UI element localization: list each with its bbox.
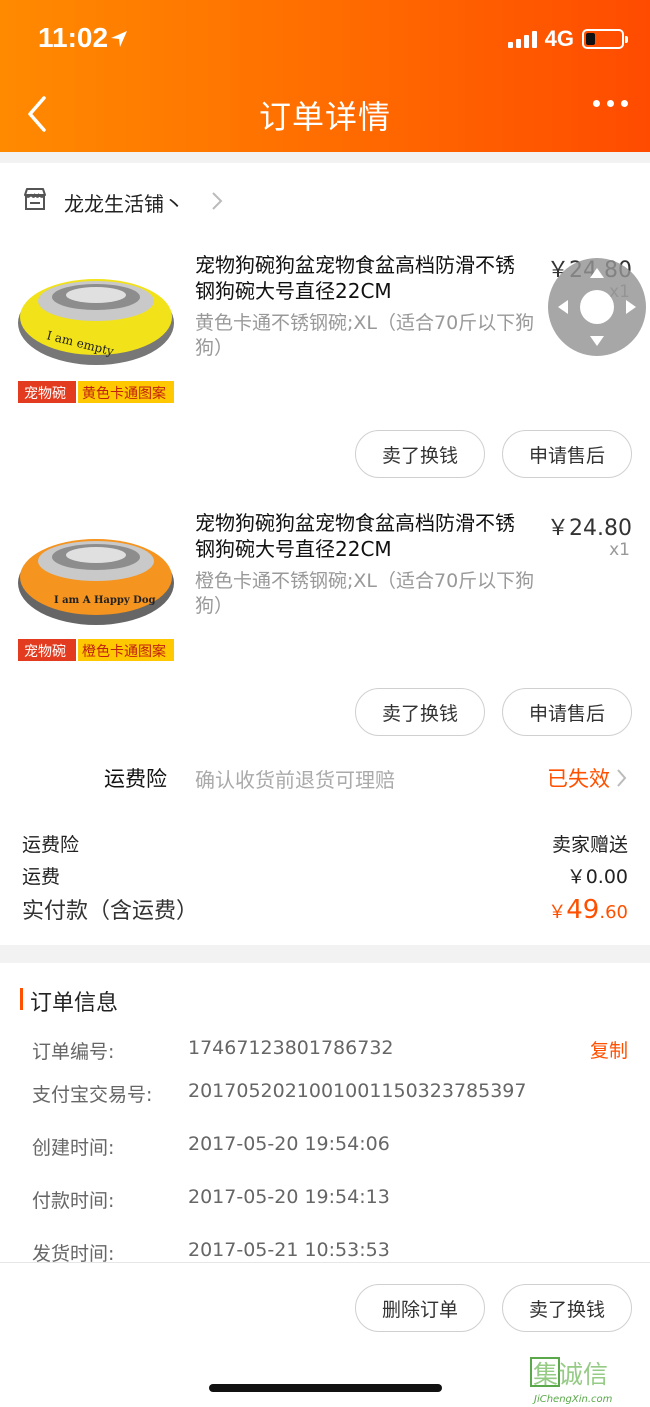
copy-button[interactable]: 复制 <box>590 1036 628 1063</box>
summary-row-insurance: 运费险 卖家赠送 <box>22 830 628 857</box>
watermark-logo: 集诚信 JiChengXin.com <box>530 1357 613 1405</box>
image-caption: 黄色卡通图案 <box>82 385 166 402</box>
image-tag: 宠物碗 <box>24 644 66 660</box>
info-label: 付款时间: <box>32 1190 115 1212</box>
total-dec: .60 <box>599 902 628 923</box>
network-label: 4G <box>544 26 574 51</box>
insurance-status[interactable]: 已失效 <box>547 763 610 793</box>
item-sku: 橙色卡通不锈钢碗;XL（适合70斤以下狗狗） <box>195 570 535 617</box>
info-label: 创建时间: <box>32 1137 115 1159</box>
summary-total: 实付款（含运费） ￥49.60 <box>22 893 628 925</box>
product-image-orange-bowl[interactable]: I am A Happy Dog 宠物碗 橙色卡通图案 <box>16 503 176 663</box>
summary-label: 运费 <box>22 866 61 888</box>
signal-icon <box>507 30 537 48</box>
summary-label: 运费险 <box>22 834 80 856</box>
order-info-title: 订单信息 <box>30 991 119 1016</box>
summary-value: ￥0.00 <box>566 866 628 888</box>
item-qty: x1 <box>609 540 630 560</box>
insurance-desc: 确认收货前退货可理赔 <box>195 768 395 792</box>
total-label: 实付款（含运费） <box>22 899 199 924</box>
section-accent-bar <box>20 988 23 1010</box>
aftersale-button[interactable]: 申请售后 <box>502 688 632 736</box>
shop-icon <box>24 188 46 210</box>
assistive-touch-button[interactable] <box>548 258 646 356</box>
paid-time: 2017-05-20 19:54:13 <box>188 1186 390 1208</box>
more-icon[interactable] <box>593 100 628 107</box>
info-label: 支付宝交易号: <box>32 1084 153 1106</box>
location-arrow-icon <box>111 31 127 47</box>
watermark-url: JiChengXin.com <box>532 1394 613 1405</box>
shop-name[interactable]: 龙龙生活铺丶 <box>64 188 184 217</box>
info-label: 订单编号: <box>32 1041 115 1063</box>
sell-button[interactable]: 卖了换钱 <box>502 1284 632 1332</box>
battery-icon <box>582 29 628 49</box>
insurance-label: 运费险 <box>104 767 167 791</box>
item-price: ￥24.80 <box>547 516 632 541</box>
chevron-right-icon[interactable] <box>210 190 224 212</box>
alipay-trade-number: 2017052021001001150323785397 <box>188 1080 527 1102</box>
image-caption: 橙色卡通图案 <box>82 643 166 660</box>
total-amount: ￥49.60 <box>548 895 628 925</box>
delete-order-button[interactable]: 删除订单 <box>355 1284 485 1332</box>
status-right: 4G <box>507 26 628 52</box>
status-time: 11:02 <box>38 22 109 53</box>
home-indicator[interactable] <box>209 1384 442 1392</box>
order-number: 17467123801786732 <box>188 1037 394 1059</box>
shipped-time: 2017-05-21 10:53:53 <box>188 1239 390 1261</box>
summary-value: 卖家赠送 <box>551 834 628 856</box>
sell-button[interactable]: 卖了换钱 <box>355 688 485 736</box>
summary-row-shipping: 运费 ￥0.00 <box>22 862 628 889</box>
chevron-right-icon[interactable] <box>616 768 628 788</box>
sell-button[interactable]: 卖了换钱 <box>355 430 485 478</box>
created-time: 2017-05-20 19:54:06 <box>188 1133 390 1155</box>
item-title[interactable]: 宠物狗碗狗盆宠物食盆高档防滑不锈钢狗碗大号直径22CM <box>195 252 525 304</box>
page-title: 订单详情 <box>258 98 391 136</box>
item-title[interactable]: 宠物狗碗狗盆宠物食盆高档防滑不锈钢狗碗大号直径22CM <box>195 510 525 562</box>
watermark-glyphs: 集诚信 <box>533 1360 608 1389</box>
product-image-yellow-bowl[interactable]: I am empty 宠物碗 黄色卡通图案 <box>16 245 176 405</box>
header-bar: 11:02 4G 订单详情 <box>0 0 650 152</box>
item-sku: 黄色卡通不锈钢碗;XL（适合70斤以下狗狗） <box>195 312 535 359</box>
bowl-text: I am A Happy Dog <box>54 595 155 606</box>
total-currency: ￥ <box>548 902 567 923</box>
total-int: 49 <box>566 895 600 925</box>
aftersale-button[interactable]: 申请售后 <box>502 430 632 478</box>
image-tag: 宠物碗 <box>24 386 66 402</box>
